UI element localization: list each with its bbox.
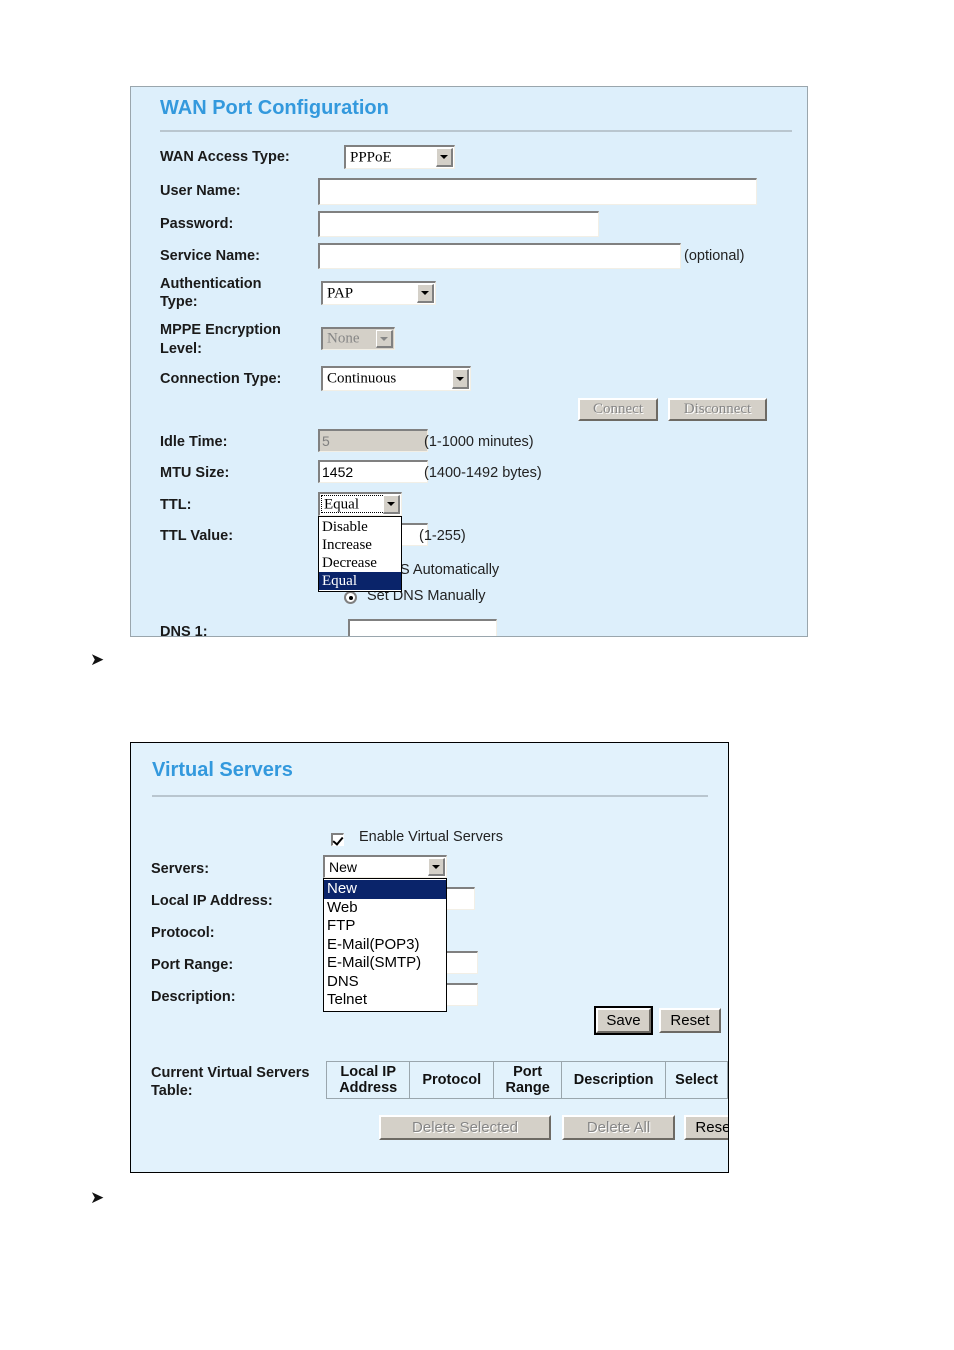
virtual-servers-title: Virtual Servers bbox=[152, 759, 293, 781]
ttl-options-dropdown[interactable]: Disable Increase Decrease Equal bbox=[318, 516, 402, 592]
reset-button-top[interactable]: Reset bbox=[659, 1008, 721, 1033]
current-virtual-servers-table: Local IP Address Protocol Port Range Descript… bbox=[325, 1061, 728, 1099]
ttl-value-range-note: (1-255) bbox=[419, 528, 466, 544]
servers-option-e-mail-pop3[interactable]: E-Mail(POP3) bbox=[324, 936, 446, 955]
mppe-encryption-level-label-line2: Level: bbox=[160, 341, 202, 357]
connection-type-label: Connection Type: bbox=[160, 371, 282, 387]
password-label: Password: bbox=[160, 216, 234, 232]
authentication-type-value: PAP bbox=[327, 285, 354, 301]
servers-option-ftp[interactable]: FTP bbox=[324, 917, 446, 936]
current-virtual-servers-table-label-line1: Current Virtual Servers bbox=[151, 1065, 310, 1081]
chevron-down-icon bbox=[376, 330, 393, 348]
servers-option-telnet[interactable]: Telnet bbox=[324, 991, 446, 1010]
ttl-label: TTL: bbox=[160, 497, 192, 513]
wan-access-type-label: WAN Access Type: bbox=[160, 149, 290, 165]
protocol-label: Protocol: bbox=[151, 925, 215, 941]
chevron-down-icon[interactable] bbox=[452, 369, 469, 389]
dns-1-label: DNS 1: bbox=[160, 624, 208, 637]
title-divider bbox=[152, 795, 708, 797]
ttl-value-label: TTL Value: bbox=[160, 528, 234, 544]
wan-port-configuration-panel: WAN Port Configuration WAN Access Type: … bbox=[130, 86, 808, 637]
chevron-down-icon[interactable] bbox=[417, 284, 434, 303]
virtual-servers-panel: Virtual Servers Enable Virtual Servers S… bbox=[130, 742, 729, 1173]
header-line2: Address bbox=[339, 1080, 398, 1096]
current-virtual-servers-table-label-line2: Table: bbox=[151, 1083, 193, 1099]
user-name-input[interactable] bbox=[318, 178, 757, 205]
page-title: WAN Port Configuration bbox=[160, 97, 389, 119]
ttl-option-decrease[interactable]: Decrease bbox=[319, 554, 401, 572]
delete-selected-button[interactable]: Delete Selected bbox=[379, 1115, 551, 1140]
save-button[interactable]: Save bbox=[596, 1008, 651, 1033]
servers-option-e-mail-smtp[interactable]: E-Mail(SMTP) bbox=[324, 954, 446, 973]
ttl-value: Equal bbox=[324, 496, 359, 512]
connection-type-value: Continuous bbox=[327, 370, 397, 387]
servers-select[interactable]: New bbox=[323, 855, 447, 878]
chevron-down-icon[interactable] bbox=[436, 148, 453, 167]
chevron-down-icon[interactable] bbox=[428, 858, 445, 876]
service-name-optional-note: (optional) bbox=[684, 248, 745, 264]
header-line2: Range bbox=[505, 1080, 550, 1096]
ttl-option-equal[interactable]: Equal bbox=[319, 572, 401, 590]
table-header-cell: Protocol bbox=[409, 1061, 495, 1099]
idle-time-label: Idle Time: bbox=[160, 434, 228, 450]
service-name-input[interactable] bbox=[318, 243, 681, 269]
table-header-cell: Description bbox=[561, 1061, 667, 1099]
description-input[interactable] bbox=[443, 983, 478, 1006]
header-line1: Local IP bbox=[340, 1064, 397, 1080]
ttl-option-increase[interactable]: Increase bbox=[319, 536, 401, 554]
description-label: Description: bbox=[151, 989, 236, 1005]
port-range-input[interactable] bbox=[443, 951, 478, 974]
password-input[interactable] bbox=[318, 211, 599, 237]
servers-options-dropdown[interactable]: New Web FTP E-Mail(POP3) E-Mail(SMTP) DNS Teln… bbox=[323, 878, 447, 1012]
enable-virtual-servers-label: Enable Virtual Servers bbox=[359, 829, 504, 845]
table-header-cell: Local IP Address bbox=[325, 1061, 411, 1099]
authentication-type-label-line1: Authentication bbox=[160, 276, 262, 292]
set-dns-manually-radio[interactable] bbox=[344, 591, 357, 604]
wan-access-type-value: PPPoE bbox=[350, 149, 392, 165]
authentication-type-select[interactable]: PAP bbox=[321, 281, 436, 305]
title-divider bbox=[160, 130, 792, 132]
reset-button-bottom[interactable]: Reset bbox=[684, 1115, 728, 1140]
servers-option-dns[interactable]: DNS bbox=[324, 973, 446, 992]
servers-value: New bbox=[329, 859, 358, 875]
header-line1: Port bbox=[513, 1064, 543, 1080]
connection-type-select[interactable]: Continuous bbox=[321, 366, 471, 391]
mtu-size-label: MTU Size: bbox=[160, 465, 230, 481]
local-ip-address-input[interactable] bbox=[443, 887, 475, 910]
disconnect-button[interactable]: Disconnect bbox=[668, 398, 767, 421]
mppe-encryption-level-label-line1: MPPE Encryption bbox=[160, 322, 281, 338]
table-header-row: Local IP Address Protocol Port Range Descript… bbox=[325, 1061, 728, 1099]
servers-label: Servers: bbox=[151, 861, 210, 877]
connect-button[interactable]: Connect bbox=[578, 398, 658, 421]
chevron-down-icon[interactable] bbox=[383, 495, 400, 514]
table-header-cell: Port Range bbox=[493, 1061, 563, 1099]
list-bullet-arrow-icon: ➤ bbox=[90, 1188, 105, 1208]
local-ip-address-label: Local IP Address: bbox=[151, 893, 273, 909]
dns-1-input[interactable] bbox=[348, 619, 497, 636]
servers-option-new[interactable]: New bbox=[324, 880, 446, 899]
enable-virtual-servers-checkbox[interactable] bbox=[331, 833, 344, 846]
authentication-type-label-line2: Type: bbox=[160, 294, 198, 310]
table-header-cell: Select bbox=[665, 1061, 728, 1099]
user-name-label: User Name: bbox=[160, 183, 241, 199]
ttl-select[interactable]: Equal bbox=[318, 492, 402, 516]
mtu-size-input[interactable] bbox=[318, 460, 428, 483]
wan-access-type-select[interactable]: PPPoE bbox=[344, 145, 455, 169]
port-range-label: Port Range: bbox=[151, 957, 234, 973]
list-bullet-arrow-icon: ➤ bbox=[90, 650, 105, 670]
idle-time-range-note: (1-1000 minutes) bbox=[424, 434, 534, 450]
idle-time-input bbox=[318, 429, 428, 452]
delete-all-button[interactable]: Delete All bbox=[562, 1115, 675, 1140]
ttl-option-disable[interactable]: Disable bbox=[319, 518, 401, 536]
service-name-label: Service Name: bbox=[160, 248, 260, 264]
mppe-encryption-level-value: None bbox=[327, 330, 360, 347]
servers-option-web[interactable]: Web bbox=[324, 899, 446, 918]
mtu-size-range-note: (1400-1492 bytes) bbox=[424, 465, 542, 481]
mppe-encryption-level-select: None bbox=[321, 327, 395, 350]
